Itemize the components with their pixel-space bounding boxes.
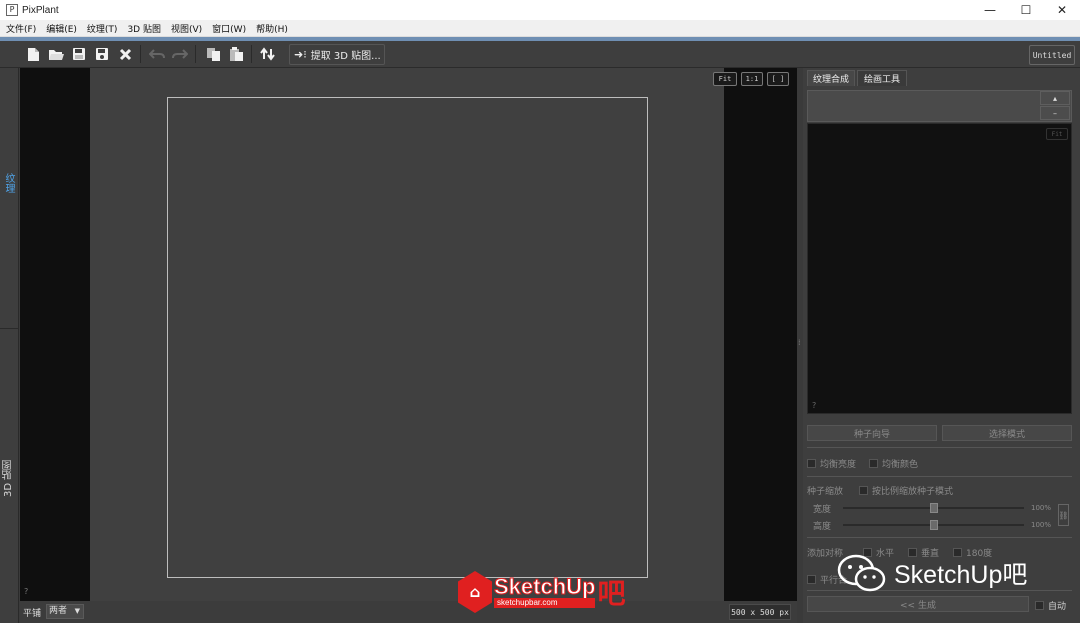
zoom-fit-button[interactable]: Fit <box>713 72 737 86</box>
auto-label: 自动 <box>1048 602 1067 612</box>
scale-by-pattern-checkbox[interactable]: 按比例缩放种子模式 <box>859 484 953 497</box>
sketchup-logo-icon: ⌂ <box>458 571 492 613</box>
slider-thumb[interactable] <box>930 520 938 530</box>
checkbox-box <box>807 459 816 468</box>
toolbar-separator <box>140 45 141 63</box>
menu-bar: 文件(F) 编辑(E) 纹理(T) 3D 贴图 视图(V) 窗口(W) 帮助(H… <box>0 20 1080 37</box>
equalize-brightness-label: 均衡亮度 <box>820 460 857 470</box>
left-tab-strip: 纹理 3D 贴图 <box>0 68 19 623</box>
maximize-button[interactable]: ☐ <box>1008 0 1044 20</box>
checkbox-box <box>859 486 868 495</box>
tile-mode-value: 两者 <box>49 606 68 616</box>
auto-checkbox[interactable]: 自动 <box>1035 599 1066 612</box>
equalize-color-label: 均衡颜色 <box>882 460 919 470</box>
checkbox-box <box>1035 601 1044 610</box>
swap-icon[interactable] <box>258 44 278 64</box>
viewport-margin-right <box>724 68 797 601</box>
title-bar: P PixPlant — ☐ ✕ <box>0 0 1080 20</box>
document-name[interactable]: Untitled <box>1029 45 1075 65</box>
save-icon[interactable] <box>69 44 89 64</box>
app-icon: P <box>6 4 18 16</box>
divider <box>807 537 1072 538</box>
sketchupbar-watermark: ⌂ SketchUp sketchupbar.com 吧 <box>458 571 626 613</box>
seed-preview[interactable]: Fit ? <box>807 123 1072 414</box>
tab-3d-map[interactable]: 3D 贴图 <box>0 443 17 513</box>
tile-label: 平铺 <box>23 609 42 619</box>
wechat-watermark: SketchUp吧 <box>836 553 1027 593</box>
open-icon[interactable] <box>46 44 66 64</box>
menu-file[interactable]: 文件(F) <box>6 22 36 35</box>
save-as-icon[interactable] <box>92 44 112 64</box>
watermark-text: SketchUp吧 <box>894 561 1028 589</box>
toolbar: ➜⁝ 提取 3D 贴图... Untitled <box>0 41 1080 68</box>
texture-viewport[interactable]: Fit 1:1 [ ] ? <box>20 68 797 601</box>
height-percent: 100% <box>1031 521 1052 529</box>
extract-label: 提取 3D 贴图... <box>310 51 381 62</box>
checkbox-box <box>869 459 878 468</box>
chevron-down-icon: ▼ <box>74 607 80 615</box>
viewport-help-icon[interactable]: ? <box>24 587 28 596</box>
tab-texture[interactable]: 纹理 <box>0 163 17 203</box>
scale-by-pattern-label: 按比例缩放种子模式 <box>872 487 954 497</box>
toolbar-separator <box>251 45 252 63</box>
generate-button[interactable]: << 生成 <box>807 596 1029 612</box>
extract-icon: ➜⁝ <box>294 48 307 61</box>
divider <box>807 476 1072 477</box>
tile-mode-select[interactable]: 两者 ▼ <box>46 604 84 619</box>
spin-up-button[interactable]: ▴ <box>1040 91 1070 105</box>
menu-view[interactable]: 视图(V) <box>171 22 202 35</box>
menu-window[interactable]: 窗口(W) <box>212 22 246 35</box>
divider <box>807 447 1072 448</box>
wechat-icon <box>837 554 886 592</box>
close-window-button[interactable]: ✕ <box>1044 0 1080 20</box>
menu-texture[interactable]: 纹理(T) <box>87 22 118 35</box>
tab-texture-synthesis[interactable]: 纹理合成 <box>807 70 855 86</box>
link-icon[interactable]: ⛓ <box>1058 504 1069 526</box>
equalize-brightness-checkbox[interactable]: 均衡亮度 <box>807 457 856 470</box>
tab-paint-tools[interactable]: 绘画工具 <box>857 70 907 86</box>
watermark-url: sketchupbar.com <box>494 598 596 608</box>
checkbox-box <box>807 575 816 584</box>
menu-help[interactable]: 帮助(H) <box>256 22 288 35</box>
toolbar-separator <box>195 45 196 63</box>
spin-down-button[interactable]: – <box>1040 106 1070 120</box>
extract-3d-map-button[interactable]: ➜⁝ 提取 3D 贴图... <box>289 44 385 65</box>
right-panel: 纹理合成 绘画工具 ▴ – Fit ? 种子向导 选择模式 均衡亮度 均衡颜色 … <box>803 68 1080 623</box>
equalize-color-checkbox[interactable]: 均衡颜色 <box>869 457 918 470</box>
seed-scale-label: 种子缩放 <box>807 487 844 497</box>
menu-edit[interactable]: 编辑(E) <box>46 22 77 35</box>
fullscreen-button[interactable]: [ ] <box>767 72 789 86</box>
select-pattern-button[interactable]: 选择模式 <box>942 425 1072 441</box>
width-percent: 100% <box>1031 504 1052 512</box>
menu-3d-map[interactable]: 3D 贴图 <box>127 22 161 35</box>
width-slider[interactable] <box>843 502 1024 514</box>
viewport-margin-left <box>20 68 90 601</box>
preview-fit-button[interactable]: Fit <box>1046 128 1068 140</box>
new-icon[interactable] <box>23 44 43 64</box>
height-slider[interactable] <box>843 519 1024 531</box>
viewport-status-bar: 平铺 两者 ▼ 500 x 500 px <box>20 601 797 623</box>
window-title: PixPlant <box>22 4 59 16</box>
zoom-1to1-button[interactable]: 1:1 <box>741 72 763 86</box>
minimize-button[interactable]: — <box>972 0 1008 20</box>
splitter-grip-icon: ⁞ <box>798 338 801 347</box>
seed-list[interactable] <box>807 90 1072 122</box>
redo-icon[interactable] <box>170 44 190 64</box>
height-label: 高度 <box>813 522 832 532</box>
texture-size-readout: 500 x 500 px <box>729 604 791 620</box>
copy-icon[interactable] <box>203 44 223 64</box>
slider-thumb[interactable] <box>930 503 938 513</box>
tab-divider <box>0 328 18 329</box>
width-label: 宽度 <box>813 505 832 515</box>
seed-wizard-button[interactable]: 种子向导 <box>807 425 937 441</box>
texture-canvas[interactable] <box>167 97 648 578</box>
watermark-brand: SketchUp <box>493 574 596 599</box>
preview-help-icon[interactable]: ? <box>812 401 816 410</box>
undo-icon[interactable] <box>147 44 167 64</box>
watermark-ba: 吧 <box>597 577 626 610</box>
close-icon[interactable] <box>115 44 135 64</box>
paste-icon[interactable] <box>226 44 246 64</box>
